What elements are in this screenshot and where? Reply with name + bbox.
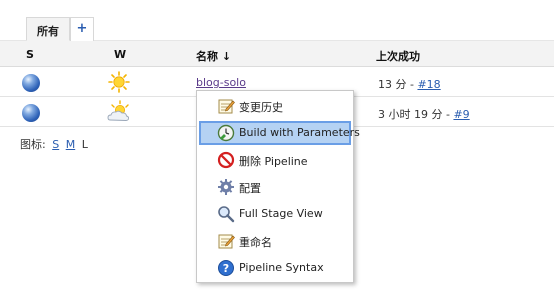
build-link[interactable]: #18 <box>417 78 440 91</box>
sort-arrow-icon: ↓ <box>221 50 232 63</box>
icon-size-small-link[interactable]: S <box>52 138 59 151</box>
job-context-menu: 变更历史 Build with Parameters 删除 Pipeline 配… <box>196 90 360 283</box>
menu-item-build-with-parameters[interactable]: Build with Parameters <box>199 121 360 145</box>
job-table-header: S W 名称 ↓ 上次成功 <box>0 41 554 67</box>
header-status[interactable]: S <box>26 48 34 61</box>
notepad-icon <box>217 97 235 115</box>
status-ball-icon <box>22 74 40 92</box>
header-name[interactable]: 名称 ↓ <box>196 48 231 64</box>
header-last-success[interactable]: 上次成功 <box>376 48 420 64</box>
icon-size-medium-link[interactable]: M <box>66 138 76 151</box>
menu-item-delete-pipeline[interactable]: 删除 Pipeline <box>199 148 351 172</box>
build-clock-icon <box>217 124 235 142</box>
menu-item-rename[interactable]: 重命名 <box>199 229 351 253</box>
icon-size-large-current: L <box>81 138 88 151</box>
job-link[interactable]: blog-solo <box>196 76 246 89</box>
last-success-cell: 3 小时 19 分 - #9 <box>378 108 470 121</box>
add-view-button[interactable]: + <box>70 17 94 41</box>
build-link[interactable]: #9 <box>453 108 469 121</box>
sunny-icon <box>108 71 130 96</box>
magnifier-icon <box>217 205 235 223</box>
view-tabs: 所有 + <box>0 0 554 41</box>
icon-size-legend: 图标: S M L <box>20 138 88 151</box>
status-ball-icon <box>22 104 40 122</box>
tab-all[interactable]: 所有 <box>26 17 70 41</box>
menu-item-full-stage-view[interactable]: Full Stage View <box>199 202 351 226</box>
menu-item-pipeline-syntax[interactable]: ? Pipeline Syntax <box>199 256 351 280</box>
svg-text:?: ? <box>223 262 229 275</box>
menu-item-configure[interactable]: 配置 <box>199 175 351 199</box>
header-weather[interactable]: W <box>114 48 126 61</box>
no-entry-icon <box>217 151 235 169</box>
help-icon: ? <box>217 259 235 277</box>
last-success-cell: 13 分 - #18 <box>378 78 441 91</box>
notepad-pencil-icon <box>217 232 235 250</box>
menu-item-changes[interactable]: 变更历史 <box>199 94 351 118</box>
partly-cloudy-icon <box>106 100 132 127</box>
gear-icon <box>217 178 235 196</box>
